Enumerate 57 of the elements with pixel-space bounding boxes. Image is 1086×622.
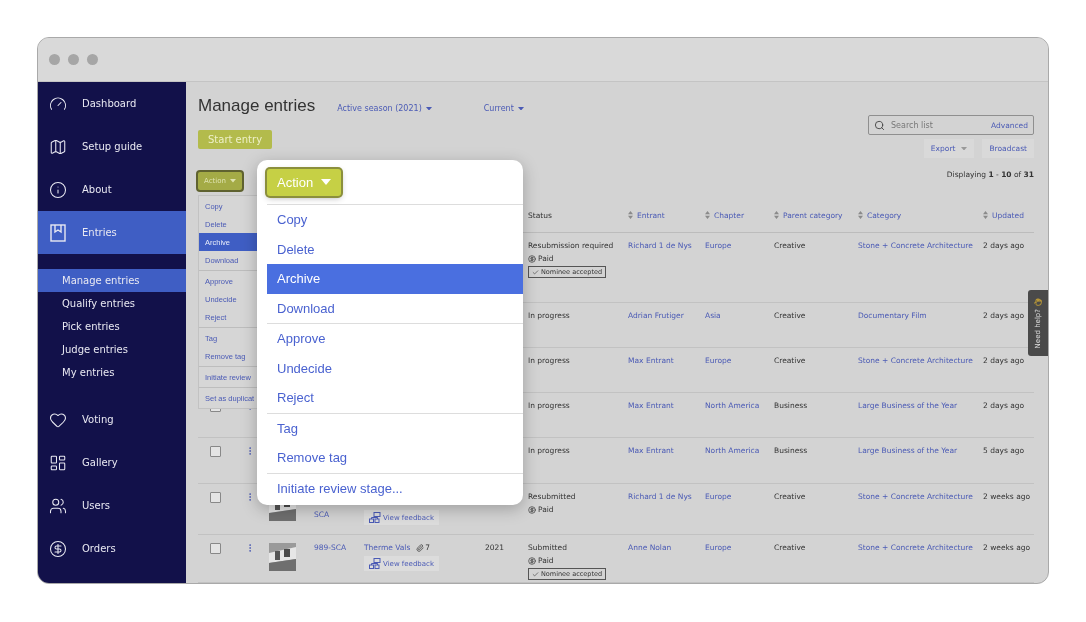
info-icon	[49, 180, 67, 199]
bookmark-icon	[49, 223, 67, 242]
window-dot[interactable]	[68, 54, 79, 65]
check-icon	[532, 268, 539, 276]
gauge-icon	[49, 94, 67, 113]
window-dot[interactable]	[87, 54, 98, 65]
paperclip-icon	[416, 544, 425, 553]
menu-item[interactable]: Download	[267, 293, 523, 323]
users-icon	[49, 496, 67, 515]
heart-icon	[49, 410, 67, 429]
caret-icon	[229, 179, 236, 183]
filter-dropdown[interactable]: Active season (2021)	[337, 104, 432, 113]
nav-subitem[interactable]: Judge entries	[38, 338, 186, 361]
map-icon	[49, 137, 67, 156]
caret-icon	[961, 146, 968, 151]
row-checkbox[interactable]	[210, 543, 221, 554]
dollar-icon	[528, 505, 536, 514]
window-dot[interactable]	[49, 54, 60, 65]
sort-icon	[983, 211, 988, 219]
nav-item[interactable]: About	[38, 168, 186, 211]
sort-icon	[858, 211, 863, 219]
sort-icon	[774, 211, 779, 219]
nav-item[interactable]: Orders	[38, 527, 186, 570]
menu-item[interactable]: Copy	[267, 205, 523, 235]
nav-item[interactable]: Gallery	[38, 441, 186, 484]
nav-item[interactable]: Setup guide	[38, 125, 186, 168]
menu-item[interactable]: Tag	[267, 413, 523, 443]
check-icon	[532, 570, 539, 578]
page-title: Manage entries	[198, 96, 316, 116]
dollar-icon	[49, 539, 67, 558]
sort-icon	[628, 211, 633, 219]
menu-item[interactable]: Archive	[267, 264, 523, 294]
row-checkbox[interactable]	[210, 446, 221, 457]
hierarchy-icon	[369, 512, 381, 523]
grid-icon	[49, 453, 67, 472]
nav-item[interactable]: Entries	[38, 211, 186, 254]
menu-item[interactable]: Initiate review stage...	[267, 473, 523, 503]
caret-icon	[517, 106, 524, 111]
hierarchy-icon	[369, 558, 381, 570]
filter-dropdown[interactable]: Current	[483, 104, 524, 113]
sort-icon	[705, 211, 710, 219]
nav-item[interactable]: Voting	[38, 398, 186, 441]
nav-subitem[interactable]: Pick entries	[38, 315, 186, 338]
nav-subitem[interactable]: My entries	[38, 361, 186, 384]
nav-subitem[interactable]: Manage entries	[38, 269, 186, 292]
nav-item[interactable]: Dashboard	[38, 82, 186, 125]
menu-item[interactable]: Remove tag	[267, 443, 523, 473]
caret-icon	[321, 179, 332, 185]
nav-item[interactable]: Users	[38, 484, 186, 527]
nav-subitem[interactable]: Qualify entries	[38, 292, 186, 315]
search-icon	[874, 119, 885, 131]
caret-icon	[425, 106, 432, 111]
dollar-icon	[528, 556, 536, 565]
row-checkbox[interactable]	[210, 492, 221, 503]
hand-icon	[1034, 297, 1042, 306]
dollar-icon	[528, 254, 536, 263]
menu-item[interactable]: Approve	[267, 324, 523, 354]
